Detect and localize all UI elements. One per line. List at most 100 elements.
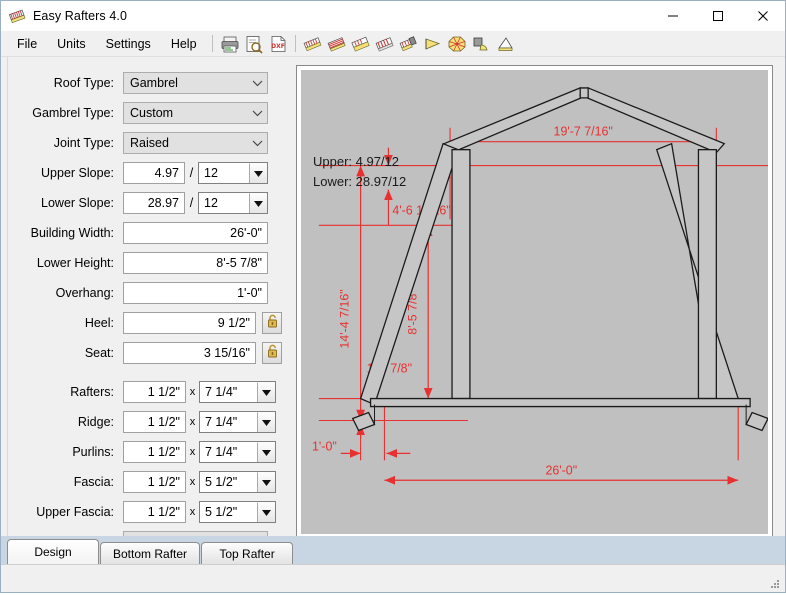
row-seat: Seat: 3 15/16" bbox=[8, 338, 290, 368]
fascia-x-separator: x bbox=[189, 476, 196, 488]
lower-slope-separator: / bbox=[189, 196, 194, 210]
lower-slope-run-select[interactable]: 12 bbox=[198, 192, 268, 214]
upper-slope-run-value: 12 bbox=[204, 166, 218, 180]
tab-top-rafter[interactable]: Top Rafter bbox=[201, 542, 294, 564]
dropdown-arrow-icon[interactable] bbox=[249, 163, 267, 183]
heel-label: Heel: bbox=[84, 316, 114, 330]
tab-bottom-rafter[interactable]: Bottom Rafter bbox=[100, 542, 201, 564]
menu-file[interactable]: File bbox=[7, 34, 47, 54]
chevron-down-icon bbox=[251, 137, 263, 149]
tab-strip: Design Bottom Rafter Top Rafter bbox=[1, 536, 785, 564]
seat-lock-button[interactable] bbox=[262, 342, 282, 364]
purlins-depth-select[interactable]: 7 1/4" bbox=[199, 441, 276, 463]
fascia-depth-value: 5 1/2" bbox=[205, 475, 238, 489]
upper-fascia-x-separator: x bbox=[189, 506, 196, 518]
dim-total-height: 14'-4 7/16" bbox=[338, 289, 352, 348]
print-preview-icon[interactable] bbox=[243, 34, 265, 54]
upper-fascia-depth-value: 5 1/2" bbox=[205, 505, 238, 519]
building-width-input[interactable]: 26'-0" bbox=[123, 222, 268, 244]
ridge-label: Ridge: bbox=[77, 415, 114, 429]
ridge-board-icon[interactable] bbox=[398, 34, 420, 54]
rafters-depth-select[interactable]: 7 1/4" bbox=[199, 381, 276, 403]
menu-settings[interactable]: Settings bbox=[96, 34, 161, 54]
dxf-export-icon[interactable]: DXF bbox=[267, 34, 289, 54]
jack-rafter-icon[interactable] bbox=[374, 34, 396, 54]
fascia-thickness-input[interactable]: 1 1/2" bbox=[123, 471, 186, 493]
status-bar bbox=[1, 564, 785, 592]
row-overhang: Overhang: 1'-0" bbox=[8, 278, 290, 308]
joint-type-select[interactable]: Raised bbox=[123, 132, 268, 154]
menu-bar: File Units Settings Help DXF bbox=[1, 31, 785, 57]
row-ridge: Ridge: 1 1/2" x 7 1/4" bbox=[8, 407, 290, 437]
ridge-depth-value: 7 1/4" bbox=[205, 415, 238, 429]
dropdown-arrow-icon[interactable] bbox=[257, 502, 275, 522]
heel-input[interactable]: 9 1/2" bbox=[123, 312, 256, 334]
unlocked-padlock-icon bbox=[267, 344, 278, 363]
menu-help[interactable]: Help bbox=[161, 34, 207, 54]
window-title: Easy Rafters 4.0 bbox=[33, 9, 128, 23]
overhang-input[interactable]: 1'-0" bbox=[123, 282, 268, 304]
resize-grip-icon[interactable] bbox=[769, 577, 781, 589]
dropdown-arrow-icon[interactable] bbox=[257, 472, 275, 492]
ridge-depth-select[interactable]: 7 1/4" bbox=[199, 411, 276, 433]
dropdown-arrow-icon[interactable] bbox=[257, 412, 275, 432]
print-icon[interactable] bbox=[219, 34, 241, 54]
main-content: Roof Type: Gambrel Gambrel Type: Custom bbox=[1, 57, 785, 536]
valley-rafter-icon[interactable] bbox=[350, 34, 372, 54]
unlocked-padlock-icon bbox=[267, 314, 278, 333]
drawing-frame: 19'-7 7/16" 4'-6 11/16" 14'-4 7/16" bbox=[296, 65, 773, 536]
parameters-panel: Roof Type: Gambrel Gambrel Type: Custom bbox=[8, 57, 290, 536]
upper-slope-separator: / bbox=[189, 166, 194, 180]
rafter-icon bbox=[8, 8, 26, 25]
dropdown-arrow-icon[interactable] bbox=[257, 382, 275, 402]
roof-truss-svg: 19'-7 7/16" 4'-6 11/16" 14'-4 7/16" bbox=[312, 87, 768, 485]
roof-type-select[interactable]: Gambrel bbox=[123, 72, 268, 94]
rafters-label: Rafters: bbox=[70, 385, 114, 399]
seat-label: Seat: bbox=[84, 346, 114, 360]
row-purlins: Purlins: 1 1/2" x 7 1/4" bbox=[8, 437, 290, 467]
row-fascia: Fascia: 1 1/2" x 5 1/2" bbox=[8, 467, 290, 497]
close-icon[interactable] bbox=[740, 1, 785, 31]
dropdown-arrow-icon[interactable] bbox=[257, 442, 275, 462]
dropdown-arrow-icon[interactable] bbox=[249, 193, 267, 213]
gambrel-type-label: Gambrel Type: bbox=[32, 106, 114, 120]
purlins-thickness-input[interactable]: 1 1/2" bbox=[123, 441, 186, 463]
row-upper-fascia: Upper Fascia: 1 1/2" x 5 1/2" bbox=[8, 497, 290, 527]
menu-units[interactable]: Units bbox=[47, 34, 95, 54]
hip-rafter-icon[interactable] bbox=[326, 34, 348, 54]
octagon-roof-icon[interactable] bbox=[446, 34, 468, 54]
gambrel-type-select[interactable]: Custom bbox=[123, 102, 268, 124]
upper-fascia-label: Upper Fascia: bbox=[36, 505, 114, 519]
upper-fascia-thickness-input[interactable]: 1 1/2" bbox=[123, 501, 186, 523]
maximize-icon[interactable] bbox=[695, 1, 740, 31]
chevron-down-icon bbox=[251, 77, 263, 89]
minimize-icon[interactable] bbox=[650, 1, 695, 31]
purlins-x-separator: x bbox=[189, 446, 196, 458]
lower-slope-rise-input[interactable]: 28.97 bbox=[123, 192, 185, 214]
sheathing-icon[interactable] bbox=[494, 34, 516, 54]
common-rafter-icon[interactable] bbox=[302, 34, 324, 54]
window-controls bbox=[650, 1, 785, 31]
purlins-label: Purlins: bbox=[72, 445, 114, 459]
purlins-depth-value: 7 1/4" bbox=[205, 445, 238, 459]
upper-fascia-depth-select[interactable]: 5 1/2" bbox=[199, 501, 276, 523]
building-width-label: Building Width: bbox=[30, 226, 114, 240]
lower-slope-run-value: 12 bbox=[204, 196, 218, 210]
rafters-thickness-input[interactable]: 1 1/2" bbox=[123, 381, 186, 403]
upper-slope-run-select[interactable]: 12 bbox=[198, 162, 268, 184]
tab-design[interactable]: Design bbox=[7, 539, 99, 564]
left-rail bbox=[1, 57, 8, 536]
roof-drawing-canvas[interactable]: 19'-7 7/16" 4'-6 11/16" 14'-4 7/16" bbox=[301, 70, 768, 534]
seat-input[interactable]: 3 15/16" bbox=[123, 342, 256, 364]
lower-height-input[interactable]: 8'-5 7/8" bbox=[123, 252, 268, 274]
application-window: Easy Rafters 4.0 File Units Settings Hel… bbox=[0, 0, 786, 593]
ridge-x-separator: x bbox=[189, 416, 196, 428]
fascia-depth-select[interactable]: 5 1/2" bbox=[199, 471, 276, 493]
purlin-icon[interactable] bbox=[470, 34, 492, 54]
fascia-icon[interactable] bbox=[422, 34, 444, 54]
dim-overhang: 1'-0" bbox=[312, 439, 337, 453]
ridge-thickness-input[interactable]: 1 1/2" bbox=[123, 411, 186, 433]
upper-slope-rise-input[interactable]: 4.97 bbox=[123, 162, 185, 184]
heel-lock-button[interactable] bbox=[262, 312, 282, 334]
svg-text:DXF: DXF bbox=[271, 43, 285, 50]
